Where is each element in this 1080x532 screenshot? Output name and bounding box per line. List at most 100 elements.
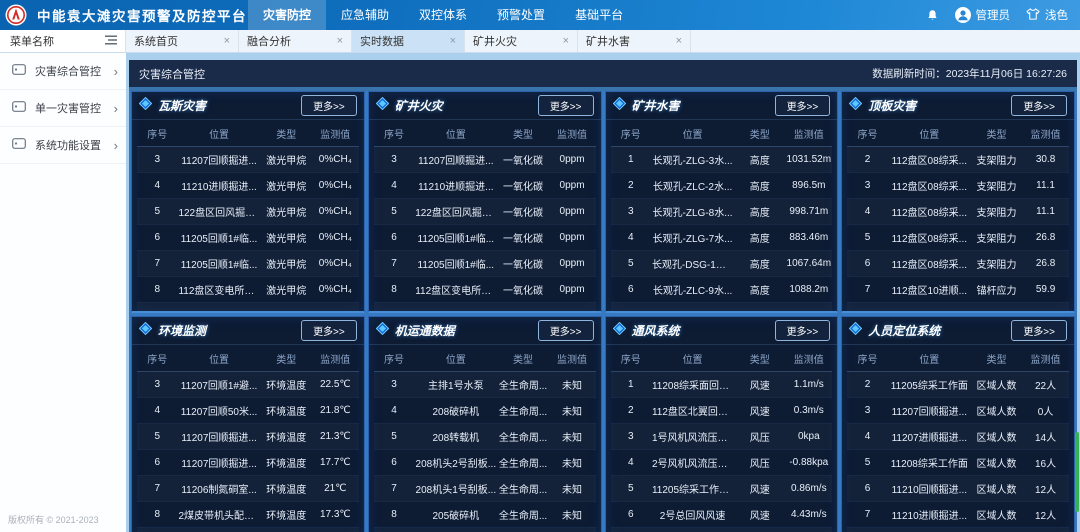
- panel-title: 矿井火灾: [394, 99, 443, 113]
- table-row: 2 11205综采工作面 区域人数 22人: [847, 372, 1069, 398]
- cell-type: 激光甲烷: [266, 234, 307, 245]
- cell-type: 支架阻力: [976, 182, 1017, 193]
- cell-type: 区域人数: [971, 528, 1022, 532]
- table-header-row: 序号 位置 类型 监测值: [847, 120, 1069, 147]
- close-icon[interactable]: ×: [676, 35, 682, 47]
- table-row: 9 2#永久避难硐室... 一氧化碳 0ppm: [374, 303, 596, 311]
- column-header: 类型: [497, 120, 549, 147]
- cell-value: 0%CH₄: [318, 180, 352, 191]
- sidebar-item[interactable]: 单一灾害管控 ›: [0, 90, 126, 127]
- table-row: 4 208破碎机 全生命周... 未知: [373, 398, 596, 424]
- tab[interactable]: 实时数据 ×: [352, 30, 465, 52]
- tab[interactable]: 融合分析 ×: [239, 30, 352, 52]
- table-row: 4 112盘区08综采... 支架阻力 11.1: [847, 199, 1069, 225]
- cell-seq: 4: [391, 180, 397, 191]
- gem-icon: [849, 321, 863, 340]
- nav-item[interactable]: 灾害防控: [248, 0, 327, 30]
- more-button[interactable]: 更多>>: [774, 95, 831, 116]
- data-panel: 矿井水害 更多>> 序号 位置 类型 监测值 1 长观孔-ZLG-3水... 高度 1…: [604, 91, 839, 313]
- column-header: 序号: [137, 345, 178, 372]
- table-header-row: 序号 位置 类型 监测值: [137, 120, 359, 147]
- panel-title: 环境监测: [158, 324, 207, 338]
- cell-seq: 8: [391, 509, 397, 520]
- cell-seq: 9: [137, 303, 177, 311]
- nav-item[interactable]: 基础平台: [560, 0, 638, 30]
- close-icon[interactable]: ×: [450, 35, 456, 47]
- cell-position: 11210回顺掘进...: [891, 485, 968, 496]
- sidebar-item[interactable]: 系统功能设置 ›: [0, 127, 126, 164]
- table-row: 3 长观孔-ZLG-8水... 高度 998.71m: [610, 199, 833, 225]
- close-icon[interactable]: ×: [224, 35, 230, 47]
- more-button[interactable]: 更多>>: [774, 320, 831, 341]
- cell-value: 未知: [562, 511, 583, 522]
- cell-type: 一氧化碳: [503, 156, 544, 167]
- table-row: 5 122盘区回风掘进... 一氧化碳 0ppm: [373, 199, 596, 225]
- data-panel: 矿井火灾 更多>> 序号 位置 类型 监测值 3 11207回顺掘进... 一氧化碳 …: [367, 91, 602, 313]
- panel-header: 矿井火灾 更多>>: [368, 92, 601, 120]
- tab[interactable]: 系统首页 ×: [126, 30, 239, 52]
- table-row: 4 11207进顺掘进... 区域人数 14人: [847, 424, 1069, 450]
- cell-value: 0%CH₄: [318, 206, 352, 217]
- sidebar-item[interactable]: 灾害综合管控 ›: [0, 53, 126, 90]
- close-icon[interactable]: ×: [563, 35, 569, 47]
- cell-type: 高度: [749, 182, 770, 193]
- gem-icon: [375, 321, 389, 340]
- more-button[interactable]: 更多>>: [301, 320, 357, 341]
- cell-seq: 9: [374, 528, 414, 532]
- nav-item[interactable]: 双控体系: [404, 0, 482, 30]
- more-button[interactable]: 更多>>: [1011, 320, 1067, 341]
- cell-type: 环境温度: [266, 381, 307, 392]
- refresh-time: 数据刷新时间：2023年11月06日 16:27:26: [872, 68, 1067, 80]
- table-row: 9 2煤皮带机头温度 环境温度 16.9℃: [137, 528, 359, 532]
- table-row: 9 205转载机 全生命周... 未知: [374, 528, 596, 532]
- cell-position: 主排1号水泵: [428, 381, 484, 392]
- panel-title: 顶板灾害: [868, 99, 917, 113]
- cell-seq: 7: [611, 303, 651, 311]
- close-icon[interactable]: ×: [337, 35, 343, 47]
- cell-value: 未知: [562, 381, 583, 392]
- table-row: 5 122盘区回风掘进... 激光甲烷 0%CH₄: [137, 199, 359, 225]
- nav-item[interactable]: 预警处置: [482, 0, 560, 30]
- cell-position: 112盘区变电所一...: [415, 286, 498, 297]
- table-row: 6 208机头2号刮板... 全生命周... 未知: [373, 450, 596, 476]
- cell-type: 全生命周...: [498, 433, 548, 444]
- more-button[interactable]: 更多>>: [537, 320, 594, 341]
- gem-icon: [375, 96, 389, 115]
- cell-position: 11207回顺50米...: [180, 407, 258, 418]
- cell-position: 112盘区08综采...: [891, 260, 968, 271]
- panel-table: 序号 位置 类型 监测值 3 主排1号水泵 全生命周... 未知 4 208破碎机 全…: [373, 345, 596, 532]
- cell-position: 1号总回风风速: [651, 528, 734, 532]
- cell-position: 11205回顺1#临...: [180, 234, 258, 245]
- tab[interactable]: 矿井水害 ×: [578, 30, 691, 52]
- panel-title: 矿井水害: [631, 99, 680, 113]
- sidebar-item-label: 灾害综合管控: [35, 66, 101, 78]
- gem-icon: [612, 96, 626, 115]
- collapse-menu-icon[interactable]: [105, 35, 117, 48]
- chevron-right-icon: ›: [113, 100, 118, 116]
- more-button[interactable]: 更多>>: [301, 95, 357, 116]
- cell-seq: 2: [864, 379, 871, 390]
- cell-type: 区域人数: [976, 381, 1017, 392]
- bell-icon[interactable]: [926, 9, 939, 22]
- table-row: 9 2#永久避难硐室... 激光甲烷 0%CH₄: [137, 303, 359, 311]
- theme-toggle[interactable]: 浅色: [1026, 7, 1068, 23]
- scrollbar-thumb[interactable]: [1075, 432, 1079, 512]
- cell-seq: 8: [847, 303, 887, 311]
- cell-seq: 6: [864, 258, 871, 269]
- cell-value: 0kpa: [797, 431, 820, 442]
- column-header: 监测值: [548, 120, 596, 147]
- sidebar-header: 菜单名称: [0, 30, 126, 52]
- cell-value: 896.5m: [792, 180, 826, 191]
- logo-icon: [5, 4, 27, 26]
- table-row: 8 112盘区10进顺... 锚杆应力 118.2: [847, 303, 1069, 311]
- more-button[interactable]: 更多>>: [1011, 95, 1067, 116]
- tag-icon: [12, 136, 26, 154]
- cell-seq: 7: [864, 284, 871, 295]
- cell-type: 风速: [749, 381, 770, 392]
- cell-seq: 6: [154, 232, 160, 243]
- more-button[interactable]: 更多>>: [537, 95, 594, 116]
- tab[interactable]: 矿井火灾 ×: [465, 30, 578, 52]
- nav-item[interactable]: 应急辅助: [326, 0, 404, 30]
- user-menu[interactable]: 管理员: [954, 7, 1010, 23]
- panel-table: 序号 位置 类型 监测值 3 11207回顺掘进... 一氧化碳 0ppm 4 112…: [373, 120, 596, 311]
